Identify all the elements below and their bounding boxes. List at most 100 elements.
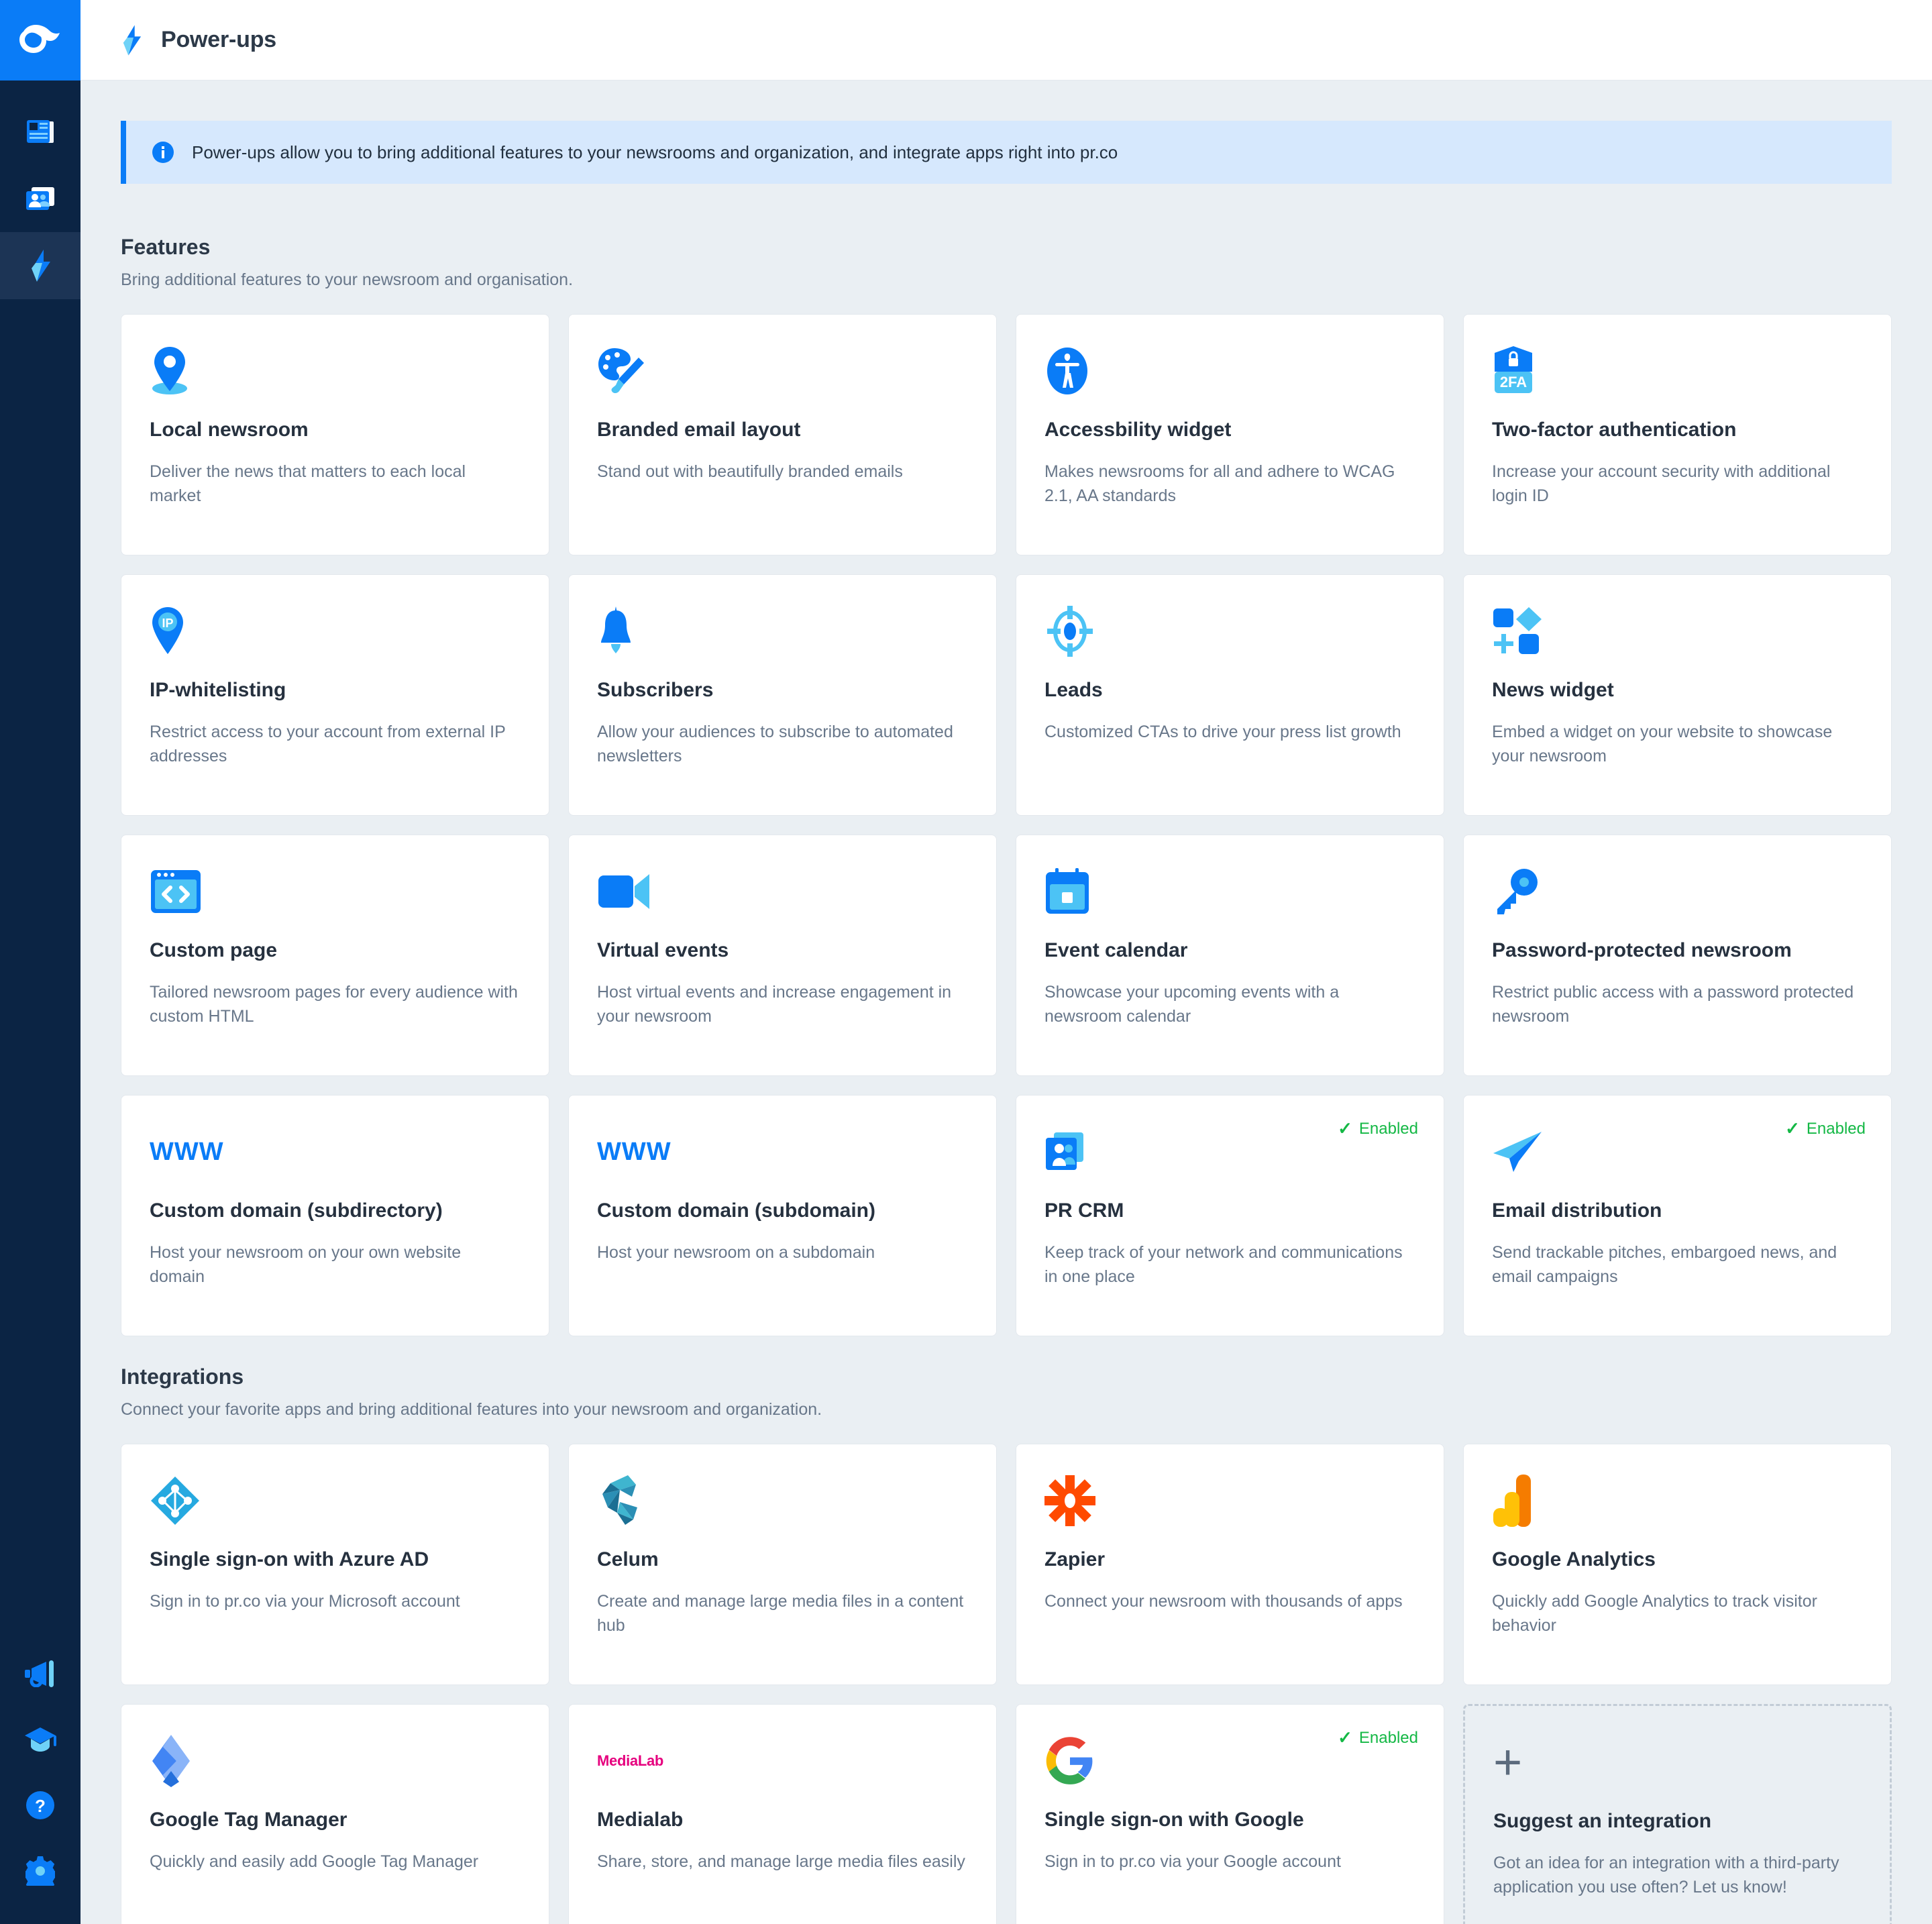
- card-icon: WWW: [597, 1121, 968, 1183]
- card-title: Google Analytics: [1492, 1548, 1863, 1572]
- card-description: Restrict access to your account from ext…: [150, 720, 521, 769]
- card-icon: [1044, 861, 1415, 922]
- card-password-protected-newsroom[interactable]: Password-protected newsroom Restrict pub…: [1463, 835, 1892, 1076]
- card-description: Got an idea for an integration with a th…: [1493, 1851, 1862, 1900]
- card-custom-domain-subdirectory[interactable]: WWW Custom domain (subdirectory) Host yo…: [121, 1095, 549, 1336]
- page-content: Power-ups allow you to bring additional …: [80, 81, 1932, 1924]
- card-icon: [1044, 600, 1415, 662]
- card-icon: [1492, 861, 1863, 922]
- gear-icon: [25, 1856, 55, 1886]
- sidebar-item-academy[interactable]: [0, 1707, 80, 1772]
- card-icon: MediaLab: [597, 1730, 968, 1792]
- card-icon: [597, 340, 968, 402]
- features-subtitle: Bring additional features to your newsro…: [121, 270, 1892, 290]
- prco-logo-icon: [19, 25, 61, 56]
- card-description: Increase your account security with addi…: [1492, 460, 1863, 509]
- features-grid: Local newsroom Deliver the news that mat…: [121, 314, 1892, 1336]
- plus-icon: +: [1493, 1745, 1522, 1780]
- google-tag-manager-icon: [150, 1733, 193, 1788]
- info-icon: [152, 141, 174, 164]
- card-news-widget[interactable]: News widget Embed a widget on your websi…: [1463, 574, 1892, 816]
- card-pr-crm[interactable]: ✓ Enabled: [1016, 1095, 1444, 1336]
- card-google-analytics[interactable]: Google Analytics Quickly add Google Anal…: [1463, 1444, 1892, 1685]
- card-icon: [597, 861, 968, 922]
- info-banner-text: Power-ups allow you to bring additional …: [192, 142, 1118, 163]
- card-suggest-an-integration[interactable]: + Suggest an integration Got an idea for…: [1463, 1704, 1892, 1924]
- card-accessibility-widget[interactable]: Accessbility widget Makes newsrooms for …: [1016, 314, 1444, 555]
- power-ups-bolt-icon: [121, 25, 142, 56]
- status-badge-label: Enabled: [1359, 1729, 1418, 1748]
- google-analytics-icon: [1492, 1475, 1532, 1527]
- sidebar-item-help[interactable]: ?: [0, 1772, 80, 1838]
- card-google-tag-manager[interactable]: Google Tag Manager Quickly and easily ad…: [121, 1704, 549, 1924]
- card-branded-email-layout[interactable]: Branded email layout Stand out with beau…: [568, 314, 997, 555]
- card-description: Send trackable pitches, embargoed news, …: [1492, 1240, 1863, 1289]
- app-root: ? Power-ups: [0, 0, 1932, 1924]
- graduation-cap-icon: [24, 1726, 56, 1753]
- integrations-subtitle: Connect your favorite apps and bring add…: [121, 1400, 1892, 1420]
- svg-text:?: ?: [35, 1796, 46, 1816]
- sidebar-item-newsroom[interactable]: [0, 98, 80, 165]
- card-title: IP-whitelisting: [150, 678, 521, 702]
- card-leads[interactable]: Leads Customized CTAs to drive your pres…: [1016, 574, 1444, 816]
- code-window-icon: [150, 869, 202, 914]
- card-two-factor-authentication[interactable]: 2FA Two-factor authentication Increase y…: [1463, 314, 1892, 555]
- www-icon: WWW: [597, 1138, 672, 1167]
- card-custom-domain-subdomain[interactable]: WWW Custom domain (subdomain) Host your …: [568, 1095, 997, 1336]
- sidebar: ?: [0, 0, 80, 1924]
- card-description: Connect your newsroom with thousands of …: [1044, 1589, 1415, 1613]
- card-title: PR CRM: [1044, 1199, 1415, 1223]
- sidebar-primary-items: [0, 81, 80, 299]
- card-icon: [597, 1470, 968, 1532]
- card-title: Event calendar: [1044, 939, 1415, 963]
- card-description: Tailored newsroom pages for every audien…: [150, 980, 521, 1029]
- main-area: Power-ups Power-ups allow you to bring a…: [80, 0, 1932, 1924]
- card-title: Leads: [1044, 678, 1415, 702]
- calendar-icon: [1044, 868, 1090, 915]
- card-icon: [1044, 340, 1415, 402]
- sidebar-bottom-items: ?: [0, 1641, 80, 1924]
- megaphone-icon: [25, 1660, 56, 1687]
- card-title: Suggest an integration: [1493, 1809, 1862, 1833]
- card-title: Password-protected newsroom: [1492, 939, 1863, 963]
- card-single-sign-on-google[interactable]: ✓ Enabled Single sign-on with Google: [1016, 1704, 1444, 1924]
- card-single-sign-on-azure-ad[interactable]: Single sign-on with Azure AD Sign in to …: [121, 1444, 549, 1685]
- sidebar-item-announcements[interactable]: [0, 1641, 80, 1707]
- card-local-newsroom[interactable]: Local newsroom Deliver the news that mat…: [121, 314, 549, 555]
- card-email-distribution[interactable]: ✓ Enabled Email distribution Send tracka…: [1463, 1095, 1892, 1336]
- features-title: Features: [121, 235, 1892, 260]
- paint-palette-icon: [597, 347, 645, 395]
- card-medialab[interactable]: MediaLab Medialab Share, store, and mana…: [568, 1704, 997, 1924]
- card-icon: [1492, 1470, 1863, 1532]
- card-custom-page[interactable]: Custom page Tailored newsroom pages for …: [121, 835, 549, 1076]
- card-celum[interactable]: Celum Create and manage large media file…: [568, 1444, 997, 1685]
- card-title: Local newsroom: [150, 418, 521, 442]
- celum-icon: [597, 1474, 643, 1528]
- card-ip-whitelisting[interactable]: IP IP-whitelisting Restrict access to yo…: [121, 574, 549, 816]
- card-title: Custom domain (subdirectory): [150, 1199, 521, 1223]
- card-description: Host your newsroom on your own website d…: [150, 1240, 521, 1289]
- card-description: Restrict public access with a password p…: [1492, 980, 1863, 1029]
- features-section: Features Bring additional features to yo…: [121, 235, 1892, 1336]
- card-icon: +: [1493, 1731, 1862, 1793]
- target-icon: [1044, 606, 1095, 657]
- card-subscribers[interactable]: Subscribers Allow your audiences to subs…: [568, 574, 997, 816]
- paper-plane-icon: [1492, 1130, 1543, 1173]
- card-event-calendar[interactable]: Event calendar Showcase your upcoming ev…: [1016, 835, 1444, 1076]
- card-icon: [150, 1470, 521, 1532]
- sidebar-item-power-ups[interactable]: [0, 232, 80, 299]
- sidebar-item-contacts[interactable]: [0, 165, 80, 232]
- status-badge: ✓ Enabled: [1785, 1118, 1866, 1139]
- www-icon: WWW: [150, 1138, 224, 1167]
- card-title: Branded email layout: [597, 418, 968, 442]
- sidebar-item-settings[interactable]: [0, 1838, 80, 1904]
- google-g-icon: [1044, 1735, 1095, 1786]
- card-zapier[interactable]: Zapier Connect your newsroom with thousa…: [1016, 1444, 1444, 1685]
- zapier-icon: [1044, 1475, 1095, 1526]
- card-description: Showcase your upcoming events with a new…: [1044, 980, 1415, 1029]
- app-logo[interactable]: [0, 0, 80, 81]
- card-description: Quickly add Google Analytics to track vi…: [1492, 1589, 1863, 1638]
- card-title: News widget: [1492, 678, 1863, 702]
- card-description: Sign in to pr.co via your Microsoft acco…: [150, 1589, 521, 1613]
- card-virtual-events[interactable]: Virtual events Host virtual events and i…: [568, 835, 997, 1076]
